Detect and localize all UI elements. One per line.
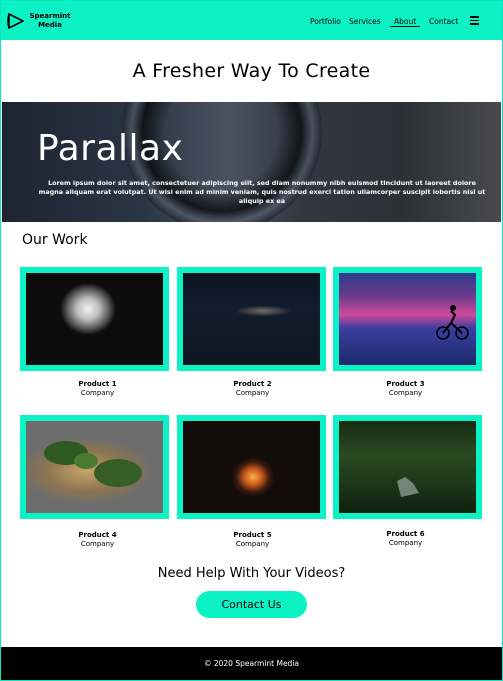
cyclist-image xyxy=(339,273,476,365)
company-name: Company xyxy=(235,388,270,397)
hamburger-icon[interactable] xyxy=(470,16,479,25)
work-caption-6: Product 6 Company xyxy=(331,530,480,547)
work-card-2[interactable] xyxy=(177,267,326,371)
work-card-3[interactable] xyxy=(333,267,482,371)
product-name: Product 4 xyxy=(78,531,117,539)
work-caption-4: Product 4 Company xyxy=(23,531,172,548)
work-caption-3: Product 3 Company xyxy=(331,380,480,397)
rose-image xyxy=(26,273,163,365)
light-trails-image xyxy=(183,273,320,365)
work-card-4[interactable] xyxy=(20,415,169,519)
company-name: Company xyxy=(80,539,115,548)
work-card-5[interactable] xyxy=(177,415,326,519)
work-card-6[interactable] xyxy=(333,415,482,519)
work-caption-5: Product 5 Company xyxy=(178,531,327,548)
top-navbar: Spearmint Media Portfolio Services About… xyxy=(1,1,502,40)
nav-link-about[interactable]: About xyxy=(390,17,421,27)
page-headline: A Fresher Way To Create xyxy=(132,60,371,82)
forest-waterfall-image xyxy=(339,421,476,513)
nav-links: Portfolio Services About Contact xyxy=(1,17,502,29)
nav-link-contact[interactable]: Contact xyxy=(429,17,458,26)
company-name: Company xyxy=(388,388,423,397)
greens-shape-icon xyxy=(44,441,142,487)
product-name: Product 6 xyxy=(386,530,425,538)
product-name: Product 5 xyxy=(233,531,272,539)
waterfall-shape-icon xyxy=(397,477,419,497)
contact-us-button[interactable]: Contact Us xyxy=(196,591,307,618)
product-name: Product 3 xyxy=(386,380,425,388)
avocado-toast-image xyxy=(26,421,163,513)
work-card-1[interactable] xyxy=(20,267,169,371)
work-caption-2: Product 2 Company xyxy=(178,380,327,397)
company-name: Company xyxy=(388,538,423,547)
campfire-image xyxy=(183,421,320,513)
company-name: Company xyxy=(80,388,115,397)
footer: © 2020 Spearmint Media xyxy=(1,647,502,680)
our-work-title: Our Work xyxy=(22,232,88,248)
hero-title: Parallax xyxy=(37,128,184,169)
product-name: Product 1 xyxy=(78,380,117,388)
nav-link-services[interactable]: Services xyxy=(349,17,381,26)
nav-link-portfolio[interactable]: Portfolio xyxy=(310,17,341,26)
work-caption-1: Product 1 Company xyxy=(23,380,172,397)
cta-title: Need Help With Your Videos? xyxy=(157,566,346,581)
copyright-text: © 2020 Spearmint Media xyxy=(203,659,300,668)
product-name: Product 2 xyxy=(233,380,272,388)
company-name: Company xyxy=(235,539,270,548)
cyclist-silhouette-icon xyxy=(436,305,469,340)
hero-text: Lorem ipsum dolor sit amet, consectetuer… xyxy=(38,179,486,205)
